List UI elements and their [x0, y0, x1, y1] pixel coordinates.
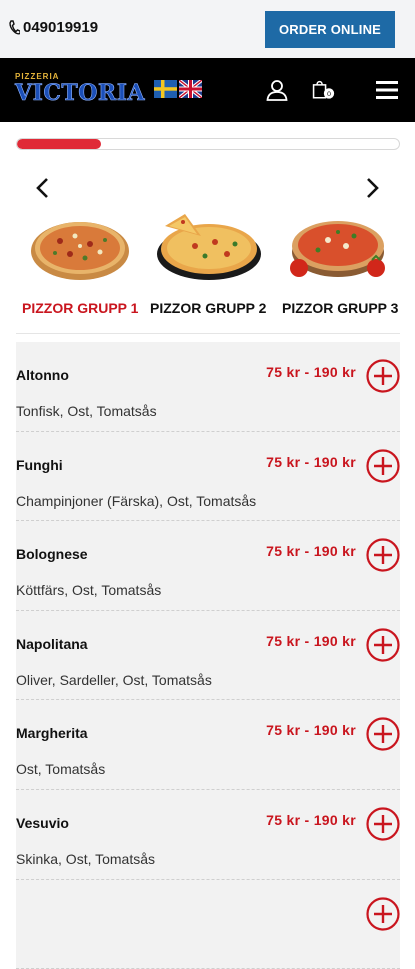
phone-number[interactable]: 049019919 — [23, 19, 98, 36]
user-icon[interactable] — [265, 78, 289, 102]
item-price: 75 kr - 190 kr — [266, 453, 356, 470]
menu-progress-bar — [16, 138, 400, 150]
menu-item: Funghi 75 kr - 190 kr Champinjoner (Färs… — [16, 431, 400, 522]
item-price: 75 kr - 190 kr — [266, 543, 356, 560]
menu-item: Bolognese 75 kr - 190 kr Köttfärs, Ost, … — [16, 521, 400, 611]
category-tab-pizzor-grupp-1[interactable]: PIZZOR GRUPP 1 — [22, 300, 138, 316]
menu-item: Vesuvio 75 kr - 190 kr Skinka, Ost, Toma… — [16, 789, 400, 880]
item-name: Altonno — [16, 367, 69, 383]
menu-item: Margherita 75 kr - 190 kr Ost, Tomatsås — [16, 700, 400, 790]
add-to-cart-icon[interactable] — [366, 807, 400, 841]
progress-fill — [17, 139, 102, 149]
pizza-grupp-3-image[interactable] — [288, 206, 388, 282]
add-to-cart-icon[interactable] — [366, 448, 400, 483]
logo-text: VICTORIA — [15, 80, 146, 107]
header: PIZZERIA VICTORIA 0 — [0, 58, 415, 122]
item-description: Ost, Tomatsås — [16, 761, 106, 778]
category-tab-pizzor-grupp-2[interactable]: PIZZOR GRUPP 2 — [150, 300, 266, 316]
phone-icon — [9, 19, 20, 34]
item-description: Oliver, Sardeller, Ost, Tomatsås — [16, 671, 212, 688]
uk-flag-icon[interactable] — [179, 80, 202, 98]
top-bar: 049019919 ORDER ONLINE — [0, 0, 415, 58]
pizza-grupp-1-image[interactable] — [30, 206, 130, 282]
chevron-right-icon[interactable] — [362, 176, 382, 200]
item-price: 75 kr - 190 kr — [266, 811, 356, 828]
add-to-cart-icon[interactable] — [366, 628, 400, 662]
item-name: Margherita — [16, 725, 88, 742]
item-name: Vesuvio — [16, 814, 69, 831]
add-to-cart-icon[interactable] — [366, 538, 400, 572]
add-to-cart-icon[interactable] — [366, 717, 400, 751]
item-price: 75 kr - 190 kr — [266, 364, 356, 380]
order-online-button[interactable]: ORDER ONLINE — [265, 11, 395, 48]
category-tab-pizzor-grupp-3[interactable]: PIZZOR GRUPP 3 — [282, 300, 398, 316]
item-name: Bolognese — [16, 546, 88, 563]
item-description: Skinka, Ost, Tomatsås — [16, 850, 156, 867]
item-description: Champinjoner (Färska), Ost, Tomatsås — [16, 492, 257, 509]
item-name: Napolitana — [16, 635, 88, 652]
menu-item: Altonno 75 kr - 190 kr Tonfisk, Ost, Tom… — [16, 342, 400, 432]
divider — [16, 333, 400, 334]
phone-link[interactable]: 049019919 — [8, 19, 98, 36]
shopping-bag-icon[interactable]: 0 — [311, 78, 335, 102]
pizza-grupp-2-image[interactable] — [155, 206, 263, 282]
chevron-left-icon[interactable] — [33, 176, 53, 200]
menu-list: Altonno 75 kr - 190 kr Tonfisk, Ost, Tom… — [16, 342, 400, 969]
logo[interactable]: PIZZERIA VICTORIA — [15, 72, 145, 108]
menu-item: Napolitana 75 kr - 190 kr Oliver, Sardel… — [16, 610, 400, 701]
language-switcher — [154, 80, 202, 98]
category-carousel: PIZZOR GRUPP 1 PIZZOR GRUPP 2 PIZZOR GRU… — [0, 168, 415, 318]
item-price: 75 kr - 190 kr — [266, 722, 356, 739]
item-name: Funghi — [16, 456, 63, 473]
menu-item-partial — [16, 879, 400, 969]
item-description: Tonfisk, Ost, Tomatsås — [16, 403, 157, 419]
add-to-cart-icon[interactable] — [366, 896, 400, 931]
add-to-cart-icon[interactable] — [366, 359, 400, 393]
item-price: 75 kr - 190 kr — [266, 632, 356, 649]
hamburger-menu-icon[interactable] — [375, 78, 399, 102]
swedish-flag-icon[interactable] — [154, 80, 177, 98]
item-description: Köttfärs, Ost, Tomatsås — [16, 582, 162, 599]
cart-count: 0 — [327, 91, 331, 98]
